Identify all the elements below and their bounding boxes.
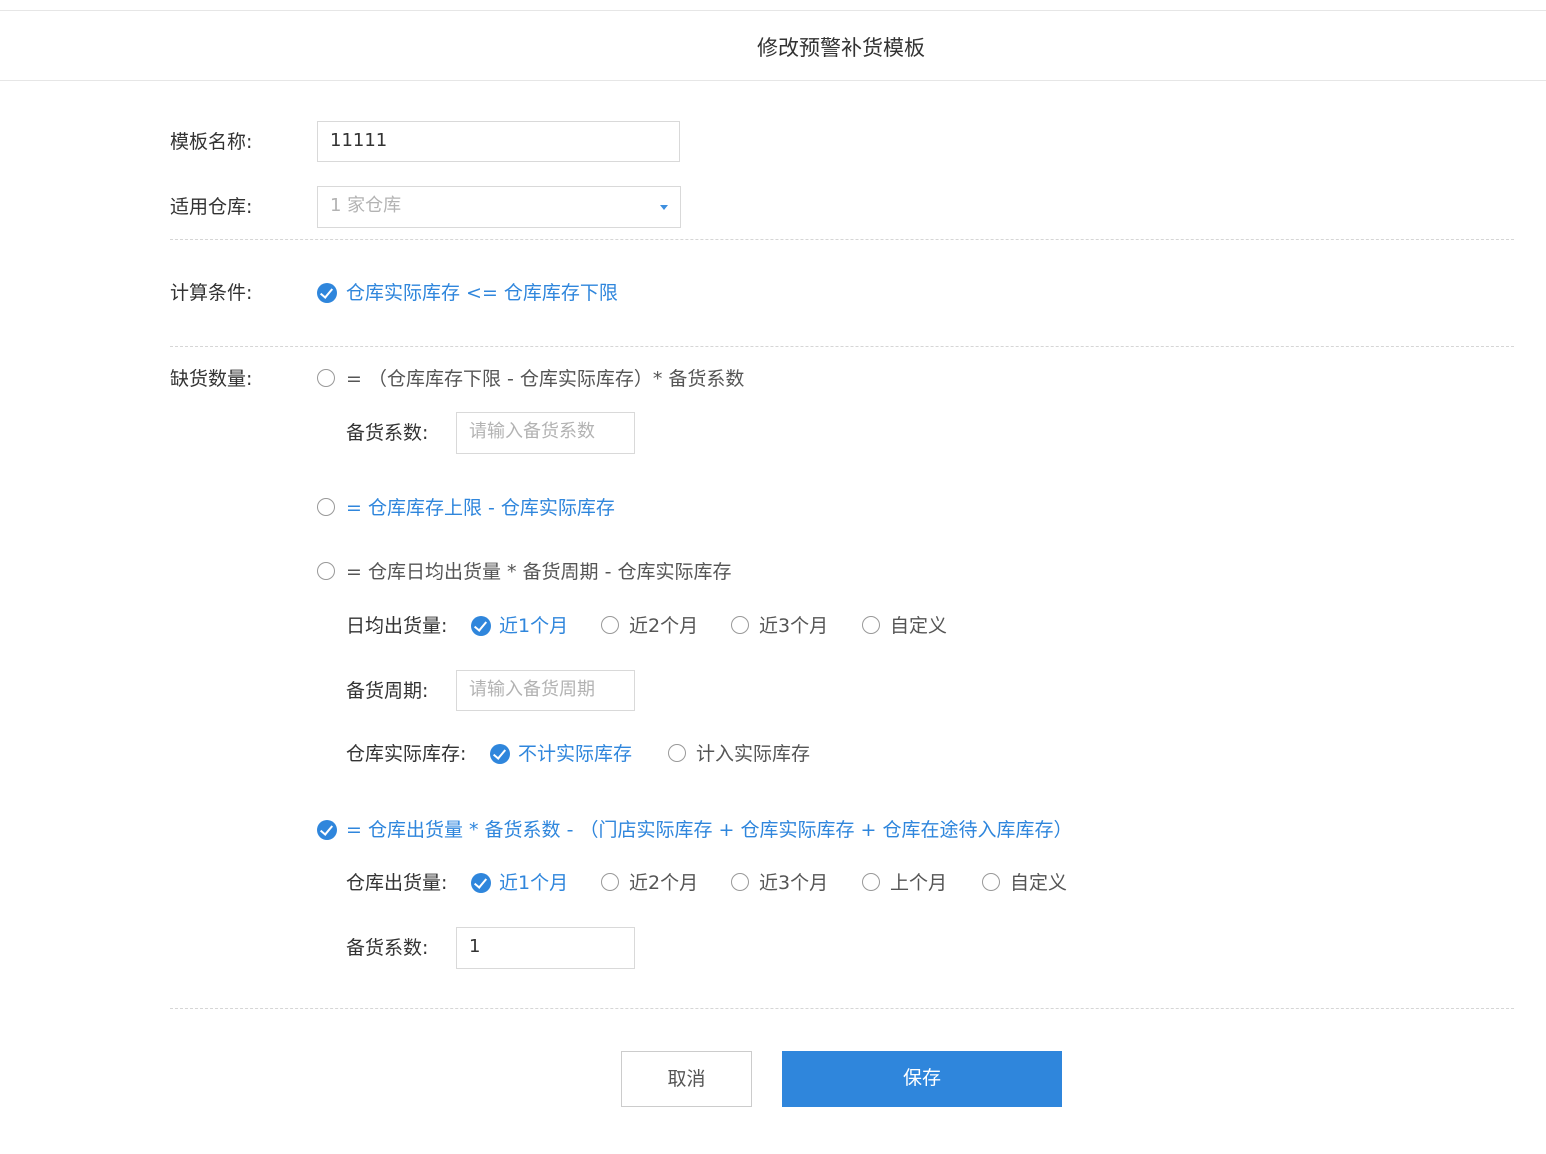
cancel-button[interactable]: 取消 (621, 1051, 752, 1107)
out-option-last-month-radio[interactable] (862, 873, 880, 891)
out-option-2m[interactable]: 近2个月 (629, 871, 698, 895)
warehouse-select[interactable]: 1 家仓库 (317, 186, 681, 228)
check-circle-icon[interactable] (317, 820, 337, 840)
option4-coef-input[interactable]: 1 (456, 927, 635, 969)
out-option-last-month[interactable]: 上个月 (890, 871, 947, 895)
template-name-input[interactable]: 11111 (317, 121, 680, 162)
dialog-title: 修改预警补货模板 (757, 36, 925, 60)
shortage-option3-text[interactable]: = 仓库日均出货量 * 备货周期 - 仓库实际库存 (346, 560, 731, 584)
daily-option-custom-radio[interactable] (862, 616, 880, 634)
daily-option-2m[interactable]: 近2个月 (629, 614, 698, 638)
shortage-option4-text[interactable]: = 仓库出货量 * 备货系数 - （门店实际库存 + 仓库实际库存 + 仓库在途… (346, 818, 1072, 842)
period-input[interactable]: 请输入备货周期 (456, 670, 635, 711)
stock-option-exclude[interactable]: 不计实际库存 (518, 742, 632, 766)
out-option-custom-radio[interactable] (982, 873, 1000, 891)
daily-option-2m-radio[interactable] (601, 616, 619, 634)
shortage-option3-radio[interactable] (317, 562, 335, 580)
divider (170, 1008, 1514, 1009)
out-option-3m-radio[interactable] (731, 873, 749, 891)
shortage-option1-radio[interactable] (317, 369, 335, 387)
shortage-option2-radio[interactable] (317, 498, 335, 516)
daily-option-3m-radio[interactable] (731, 616, 749, 634)
out-option-custom[interactable]: 自定义 (1010, 871, 1067, 895)
daily-option-custom[interactable]: 自定义 (890, 614, 947, 638)
daily-option-3m[interactable]: 近3个月 (759, 614, 828, 638)
warehouse-select-value: 1 家仓库 (330, 195, 402, 216)
caret-down-icon (660, 205, 668, 210)
stock-option-include-radio[interactable] (668, 744, 686, 762)
stock-option-include[interactable]: 计入实际库存 (696, 742, 810, 766)
template-name-label: 模板名称: (170, 131, 253, 153)
divider (170, 239, 1514, 240)
shortage-label: 缺货数量: (170, 368, 253, 390)
check-circle-icon[interactable] (490, 744, 510, 764)
dialog-header: 修改预警补货模板 (0, 11, 1546, 81)
calc-condition-label: 计算条件: (170, 282, 253, 304)
option4-coef-label: 备货系数: (346, 937, 429, 959)
check-circle-icon[interactable] (471, 616, 491, 636)
out-option-3m[interactable]: 近3个月 (759, 871, 828, 895)
calc-condition-option[interactable]: 仓库实际库存 <= 仓库库存下限 (346, 281, 618, 305)
option1-coef-label: 备货系数: (346, 422, 429, 444)
save-button[interactable]: 保存 (782, 1051, 1062, 1107)
shortage-option1-text[interactable]: = （仓库库存下限 - 仓库实际库存）* 备货系数 (346, 367, 744, 391)
divider (170, 346, 1514, 347)
stock-label: 仓库实际库存: (346, 743, 467, 765)
warehouse-label: 适用仓库: (170, 196, 253, 218)
daily-option-1m[interactable]: 近1个月 (499, 614, 568, 638)
period-label: 备货周期: (346, 680, 429, 702)
check-circle-icon[interactable] (471, 873, 491, 893)
option1-coef-input[interactable]: 请输入备货系数 (456, 412, 635, 454)
out-option-2m-radio[interactable] (601, 873, 619, 891)
daily-out-label: 日均出货量: (346, 615, 448, 637)
shortage-option2-text[interactable]: = 仓库库存上限 - 仓库实际库存 (346, 496, 615, 520)
out-option-1m[interactable]: 近1个月 (499, 871, 568, 895)
out-label: 仓库出货量: (346, 872, 448, 894)
check-circle-icon[interactable] (317, 283, 337, 303)
